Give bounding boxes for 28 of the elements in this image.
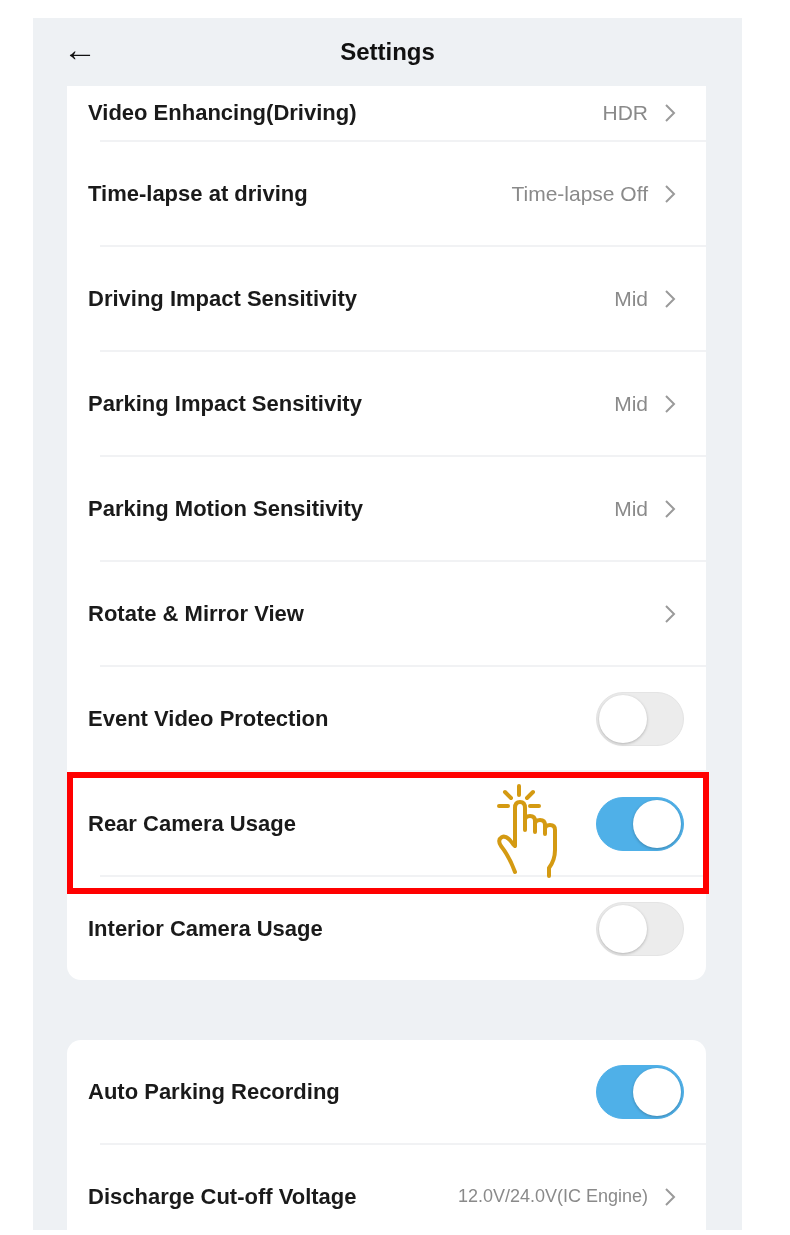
toggle-switch[interactable] <box>596 1064 684 1119</box>
back-button[interactable]: ← <box>63 32 97 66</box>
setting-label: Rear Camera Usage <box>88 810 296 837</box>
setting-value: Mid <box>614 496 648 521</box>
setting-label: Interior Camera Usage <box>88 915 323 942</box>
setting-label: Event Video Protection <box>88 705 329 732</box>
setting-value: HDR <box>602 101 648 125</box>
chevron-right-icon <box>664 103 676 123</box>
setting-value: 12.0V/24.0V(IC Engine) <box>457 1186 648 1207</box>
setting-label: Parking Motion Sensitivity <box>88 495 364 522</box>
setting-label: Video Enhancing(Driving) <box>88 100 357 126</box>
chevron-right-icon <box>664 393 676 414</box>
setting-label: Rotate & Mirror View <box>88 600 304 627</box>
chevron-right-icon <box>664 288 676 309</box>
setting-value: Mid <box>614 391 648 416</box>
setting-label: Discharge Cut-off Voltage <box>88 1183 357 1210</box>
setting-value: Time-lapse Off <box>511 181 648 206</box>
setting-label: Driving Impact Sensitivity <box>88 285 357 312</box>
toggle-switch[interactable] <box>596 796 684 851</box>
chevron-right-icon <box>664 603 676 624</box>
setting-value: Mid <box>614 286 648 311</box>
setting-label: Time-lapse at driving <box>88 180 308 207</box>
screen-title: Settings <box>340 38 435 66</box>
chevron-right-icon <box>664 1186 676 1207</box>
chevron-right-icon <box>664 498 676 519</box>
setting-label: Parking Impact Sensitivity <box>88 390 362 417</box>
chevron-right-icon <box>664 183 676 204</box>
setting-label: Auto Parking Recording <box>88 1078 340 1105</box>
